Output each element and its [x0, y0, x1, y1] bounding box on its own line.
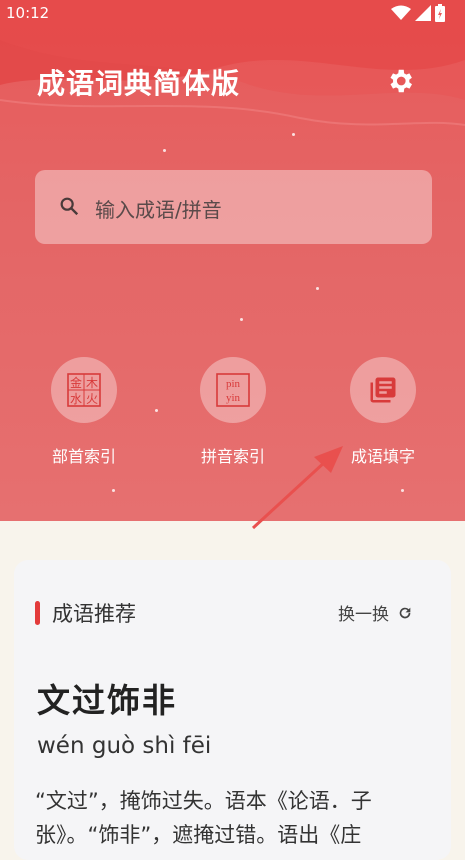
idiom-word: 文过饰非 — [37, 681, 177, 720]
radical-index-icon: 金 木 水 火 — [51, 357, 117, 423]
section-accent-bar — [35, 601, 40, 625]
pinyin-index-label: 拼音索引 — [200, 447, 265, 466]
radical-glyph: 火 — [86, 392, 98, 406]
pinyin-box-icon: pin yin — [216, 373, 250, 407]
gear-icon[interactable] — [385, 66, 415, 96]
pinyin-index-icon: pin yin — [200, 357, 266, 423]
radical-glyph: 木 — [86, 376, 98, 390]
battery-icon — [435, 4, 445, 22]
status-icons — [391, 4, 445, 22]
idiom-pinyin: wén guò shì fēi — [37, 733, 212, 759]
recommend-title: 成语推荐 — [52, 602, 136, 626]
search-icon — [60, 197, 79, 216]
refresh-icon — [399, 607, 411, 618]
radical-glyph: 水 — [70, 392, 82, 406]
radical-grid-icon: 金 木 水 火 — [67, 373, 101, 407]
pinyin-glyph-bottom: yin — [226, 392, 241, 404]
wifi-icon — [391, 5, 411, 20]
pinyin-glyph-top: pin — [226, 378, 241, 390]
fill-word-label: 成语填字 — [350, 447, 415, 466]
fill-word-icon — [350, 357, 416, 423]
library-books-icon — [370, 377, 396, 403]
radical-index-label: 部首索引 — [51, 447, 116, 466]
signal-icon — [415, 5, 431, 21]
fill-word-entry[interactable]: 成语填字 — [323, 357, 443, 467]
radical-index-entry[interactable]: 金 木 水 火 部首索引 — [24, 357, 144, 467]
app-title: 成语词典简体版 — [37, 67, 241, 100]
status-time: 10:12 — [6, 4, 50, 22]
search-placeholder: 输入成语/拼音 — [95, 198, 222, 222]
radical-glyph: 金 — [70, 375, 82, 390]
refresh-button[interactable]: 换一换 — [338, 600, 413, 625]
idiom-description: “文过”，掩饰过失。语本《论语．子张》。“饰非”，遮掩过错。语出《庄 — [35, 789, 372, 847]
pinyin-index-entry[interactable]: pin yin 拼音索引 — [173, 357, 293, 467]
refresh-label: 换一换 — [338, 605, 389, 625]
status-bar: 10:12 — [0, 0, 465, 28]
